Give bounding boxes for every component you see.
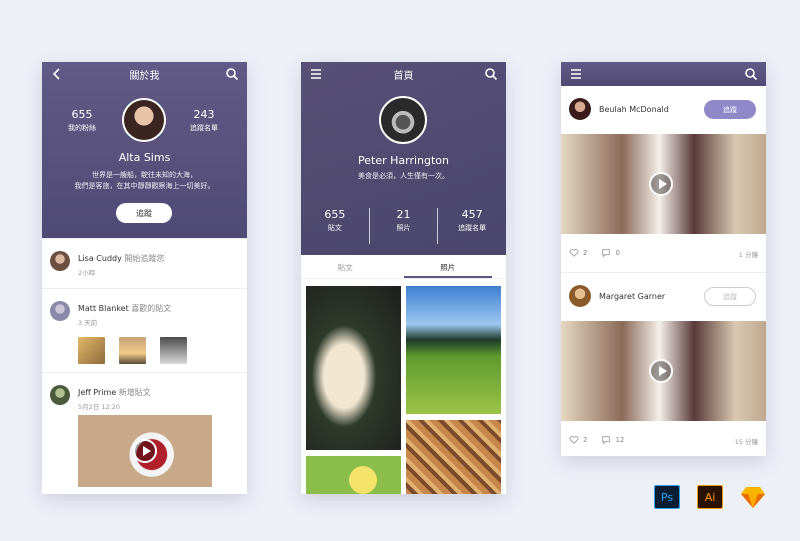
bio-line-2: 我們是客旅，在其中靜靜觀察海上一切美好。: [74, 182, 215, 190]
posts-label: 貼文: [327, 224, 342, 232]
post-image[interactable]: [561, 134, 766, 234]
following-count: 457: [461, 208, 483, 221]
followers-stat[interactable]: 655 我的粉絲: [60, 108, 104, 133]
photo-pastries[interactable]: [406, 420, 501, 494]
bio-line-1: 世界是一艘船，駛往未知的大海，: [92, 171, 197, 179]
menu-icon[interactable]: [309, 67, 323, 84]
home-screen: 首頁 Peter Harrington 美食是必須，人生僅有一次。 655 貼文…: [301, 62, 506, 494]
comment-count: 12: [615, 436, 625, 444]
user-name[interactable]: Jeff Prime: [78, 388, 116, 397]
timestamp: 3 天前: [78, 319, 98, 327]
user-name[interactable]: Lisa Cuddy: [78, 254, 122, 263]
photo-lemon[interactable]: [306, 456, 401, 494]
stats-row: 655 貼文 21 照片 457 追蹤名單: [301, 208, 506, 244]
avatar: [50, 251, 70, 271]
photos-label: 照片: [396, 224, 411, 232]
avatar: [569, 285, 591, 307]
top-bar: 關於我: [42, 62, 247, 86]
like-count: 2: [583, 249, 588, 257]
comment-count: 0: [615, 249, 620, 257]
feed-screen: Beulah McDonald 追蹤 2 0 1 分鐘 Margaret Gar…: [561, 62, 766, 456]
search-icon[interactable]: [225, 67, 239, 84]
avatar: [379, 96, 427, 144]
user-name[interactable]: Matt Blanket: [78, 304, 129, 313]
post-card: Margaret Garner 追蹤 2 12 15 分鐘: [561, 272, 766, 456]
follow-button[interactable]: 追蹤: [704, 100, 756, 119]
following-label: 追蹤名單: [190, 124, 218, 132]
heart-icon[interactable]: [569, 248, 579, 258]
play-icon[interactable]: [133, 439, 157, 463]
tab-photos[interactable]: 照片: [403, 255, 492, 278]
post-image[interactable]: [561, 321, 766, 421]
tab-posts[interactable]: 貼文: [301, 255, 390, 278]
timestamp: 5月2日 12:20: [78, 403, 121, 411]
post-image[interactable]: [78, 415, 212, 487]
photos-stat[interactable]: 21 照片: [370, 208, 439, 244]
avatar: [569, 98, 591, 120]
post-actions: 2 12: [569, 435, 624, 445]
profile-name: Peter Harrington: [358, 154, 449, 167]
search-icon[interactable]: [484, 67, 498, 84]
tab-bar: 貼文 照片: [301, 255, 506, 279]
user-name[interactable]: Margaret Garner: [599, 292, 665, 301]
following-stat[interactable]: 243 追蹤名單: [182, 108, 226, 133]
thumbnail[interactable]: [78, 337, 105, 364]
following-label: 追蹤名單: [458, 224, 487, 232]
profile-screen: 關於我 655 我的粉絲 243 追蹤名單 Alta Sims 世界是一艘船，駛…: [42, 62, 247, 494]
posts-stat[interactable]: 655 貼文: [301, 208, 370, 244]
timestamp: 1 分鐘: [738, 251, 758, 259]
user-name[interactable]: Beulah McDonald: [599, 105, 669, 114]
play-icon[interactable]: [649, 359, 673, 383]
comment-icon[interactable]: [601, 248, 611, 258]
photos-count: 21: [396, 208, 411, 221]
menu-icon[interactable]: [569, 67, 583, 84]
profile-header: 關於我 655 我的粉絲 243 追蹤名單 Alta Sims 世界是一艘船，駛…: [42, 62, 247, 238]
heart-icon[interactable]: [569, 435, 579, 445]
list-item[interactable]: Jeff Prime 新增貼文 5月2日 12:20: [42, 372, 247, 494]
tagline: 美食是必須，人生僅有一次。: [358, 172, 449, 180]
like-count: 2: [583, 436, 588, 444]
home-header: 首頁 Peter Harrington 美食是必須，人生僅有一次。 655 貼文…: [301, 62, 506, 255]
avatar: [50, 301, 70, 321]
thumbnail[interactable]: [119, 337, 147, 364]
photo-noodles[interactable]: [306, 286, 401, 450]
top-bar: 首頁: [301, 62, 506, 86]
timestamp: 15 分鐘: [734, 438, 758, 446]
activity-text: 開始追蹤您: [124, 254, 165, 263]
page-title: 首頁: [393, 70, 414, 82]
followers-label: 我的粉絲: [68, 124, 96, 132]
avatar: [50, 385, 70, 405]
sketch-icon: [741, 487, 765, 508]
back-icon[interactable]: [50, 67, 64, 84]
profile-name: Alta Sims: [118, 151, 171, 164]
top-bar: [561, 62, 766, 86]
following-count: 243: [193, 108, 215, 121]
page-title: 關於我: [129, 70, 160, 82]
activity-text: 喜歡的貼文: [131, 304, 172, 313]
photoshop-icon: Ps: [654, 485, 680, 509]
thumbnail[interactable]: [160, 337, 188, 364]
posts-count: 655: [324, 208, 346, 221]
follow-button[interactable]: 追蹤: [116, 203, 172, 223]
illustrator-icon: Ai: [697, 485, 723, 509]
list-item[interactable]: Lisa Cuddy 開始追蹤您 2小時: [42, 238, 247, 288]
comment-icon[interactable]: [601, 435, 611, 445]
list-item[interactable]: Matt Blanket 喜歡的貼文 3 天前: [42, 288, 247, 372]
search-icon[interactable]: [744, 67, 758, 84]
follow-button[interactable]: 追蹤: [704, 287, 756, 306]
post-card: Beulah McDonald 追蹤 2 0 1 分鐘: [561, 86, 766, 272]
avatar: [122, 98, 166, 142]
photo-field[interactable]: [406, 286, 501, 414]
followers-count: 655: [71, 108, 93, 121]
activity-text: 新增貼文: [118, 388, 151, 397]
timestamp: 2小時: [78, 269, 96, 277]
post-actions: 2 0: [569, 248, 620, 258]
following-stat[interactable]: 457 追蹤名單: [438, 208, 506, 244]
play-icon[interactable]: [649, 172, 673, 196]
